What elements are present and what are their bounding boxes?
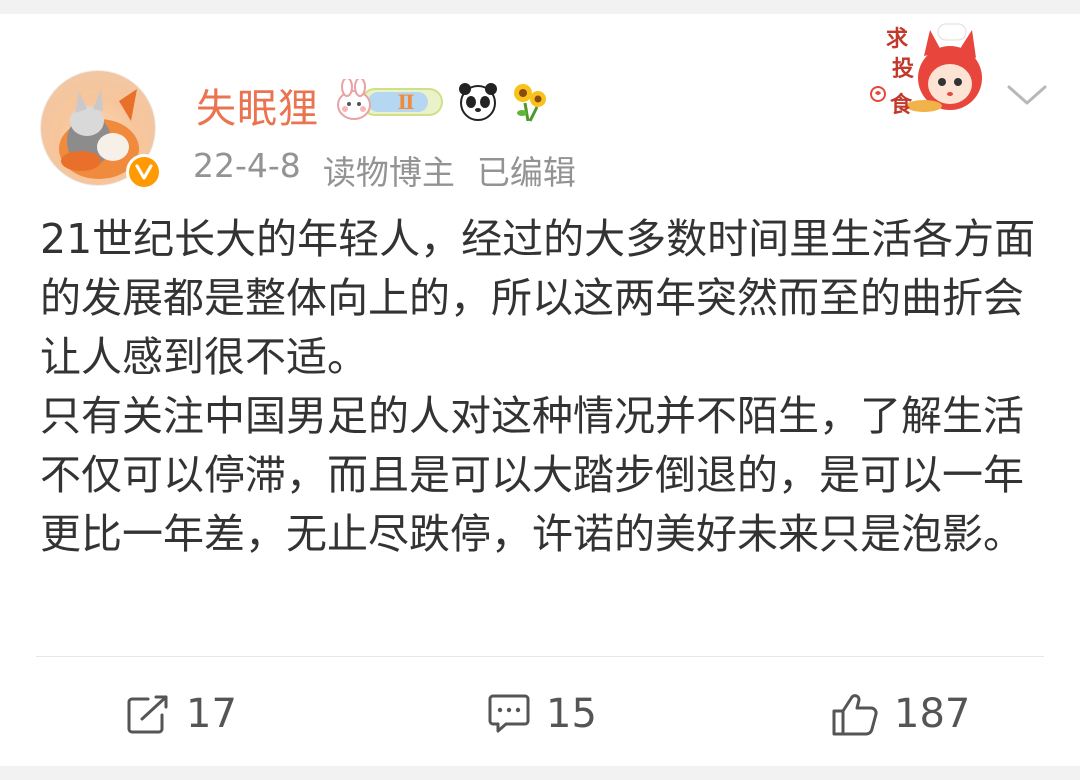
edited-label[interactable]: 已编辑 (477, 146, 576, 194)
sunflower-icon[interactable] (510, 79, 550, 123)
verified-v-icon (135, 164, 153, 180)
comment-bubble-icon (488, 694, 530, 733)
chevron-down-icon (1007, 85, 1047, 105)
comment-count: 15 (546, 691, 597, 737)
repost-button[interactable]: 17 (126, 684, 237, 744)
post-content: 21世纪长大的年轻人，经过的大多数时间里生活各方面的发展都是整体向上的，所以这两… (40, 210, 1050, 564)
share-square-icon (127, 695, 168, 734)
post-paragraph-1: 21世纪长大的年轻人，经过的大多数时间里生活各方面的发展都是整体向上的，所以这两… (40, 215, 1036, 381)
weibo-post-card: 失眠狸 Ⅱ 22-4-8 读物博主 已编辑 求 投 食 21世纪长大的年轻人，经… (0, 14, 1080, 766)
sticker-char-1: 求 (886, 27, 908, 52)
sticker-char-3: 食 (890, 92, 913, 118)
comment-button[interactable]: 15 (486, 684, 597, 744)
sticker-char-2: 投 (892, 57, 914, 82)
thumbs-up-icon (832, 694, 878, 736)
post-date: 22-4-8 (193, 146, 301, 185)
cartoon-sticker-icon: 求 投 食 (870, 23, 982, 118)
panda-icon[interactable] (456, 79, 500, 123)
like-button[interactable]: 187 (830, 684, 970, 744)
like-count: 187 (894, 691, 971, 737)
badge-level-text: Ⅱ (398, 90, 415, 114)
post-paragraph-2: 只有关注中国男足的人对这种情况并不陌生，了解生活不仅可以停滞，而且是可以大踏步倒… (40, 392, 1024, 558)
bunny-level-badge-icon[interactable]: Ⅱ (334, 79, 446, 123)
author-name[interactable]: 失眠狸 (196, 76, 319, 134)
action-bar: 17 15 187 (0, 684, 1080, 744)
user-badges: Ⅱ (334, 76, 550, 126)
feed-gap (0, 766, 1080, 780)
author-role: 读物博主 (322, 153, 455, 192)
verified-badge (126, 154, 162, 190)
more-options-button[interactable] (1004, 80, 1050, 110)
repost-count: 17 (186, 691, 237, 737)
author-avatar-container[interactable] (40, 70, 162, 190)
begging-food-sticker[interactable]: 求 投 食 (864, 22, 990, 122)
post-meta: 22-4-8 读物博主 已编辑 (193, 146, 576, 194)
action-divider (36, 656, 1044, 657)
